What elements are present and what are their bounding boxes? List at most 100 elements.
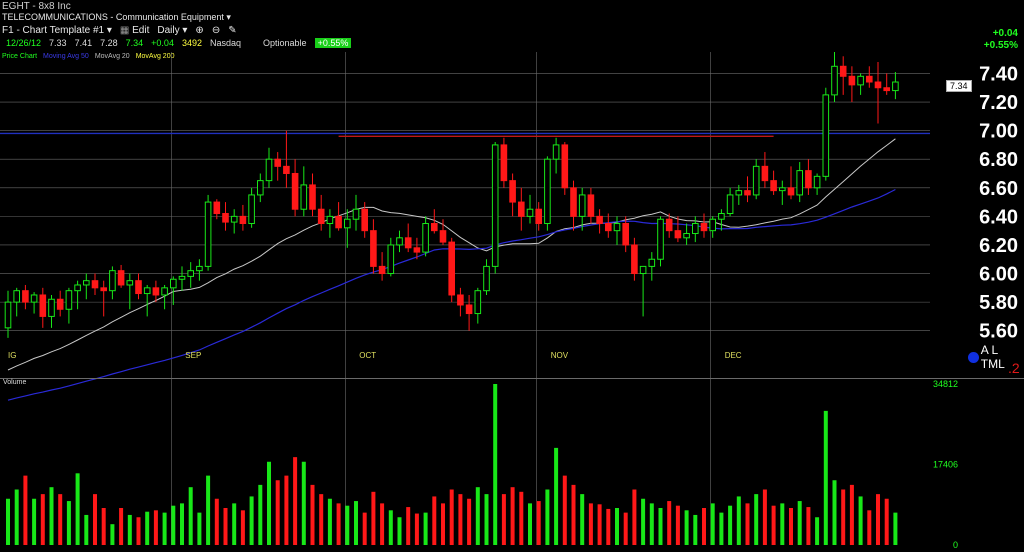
optionable-label: Optionable — [263, 38, 307, 48]
candle-body — [509, 180, 516, 203]
sector-label: TELECOMMUNICATIONS - Communication Equip… — [2, 12, 224, 22]
volume-bar — [519, 491, 524, 545]
candle-body — [596, 215, 603, 225]
price-tick-label: 7.20 — [979, 92, 1018, 114]
candle-body — [613, 223, 621, 232]
candle-body — [622, 223, 630, 246]
candle-body — [805, 170, 812, 189]
volume-bar — [180, 503, 184, 545]
volume-bar — [101, 508, 106, 545]
ai-icon[interactable] — [968, 351, 979, 363]
volume-tick-label: 0 — [953, 540, 958, 550]
candle-body — [700, 223, 708, 232]
month-label: NOV — [551, 351, 569, 360]
volume-bar — [354, 501, 358, 545]
volume-bar — [206, 475, 211, 545]
volume-bar — [319, 494, 324, 545]
volume-bar — [449, 489, 454, 545]
volume-bar — [310, 484, 315, 545]
candle-body — [387, 244, 395, 275]
candle-body — [552, 144, 560, 160]
candle-body — [335, 215, 342, 229]
quote-volume: 3492 — [181, 38, 202, 48]
candle-body — [30, 294, 38, 303]
candle-body — [648, 258, 656, 267]
last-price-tag: 7.34 — [946, 80, 972, 92]
candle-body — [500, 144, 508, 182]
legend-price: Price Chart — [2, 53, 38, 60]
zoom-out-icon[interactable]: ⊖ — [212, 25, 220, 36]
price-volume-chart[interactable]: 5.60 5.80 6.00 6.20 6.40 6.60 6.80 7.00 7.20 7.40… — [0, 0, 1024, 552]
candle-body — [300, 184, 308, 210]
interval-label: Daily — [157, 25, 180, 36]
volume-bar — [562, 475, 567, 545]
candle-body — [74, 284, 81, 292]
volume-bar — [414, 513, 419, 545]
candle-body — [378, 265, 386, 275]
candle-body — [822, 94, 830, 177]
price-tick-label: 6.20 — [979, 235, 1018, 257]
volume-bar — [6, 498, 10, 545]
volume-bar — [214, 498, 219, 545]
candle-body — [370, 230, 377, 267]
volume-bar — [789, 508, 793, 545]
candle-body — [326, 215, 334, 225]
volume-bar — [32, 498, 37, 545]
candle-body — [892, 81, 899, 92]
candle-body — [665, 218, 673, 232]
pct-right: +0.55% — [983, 40, 1018, 51]
volume-bar — [345, 505, 350, 545]
volume-bar — [258, 484, 263, 545]
candle-body — [396, 237, 403, 246]
change-right: +0.04 — [992, 28, 1018, 39]
pencil-icon[interactable]: ✎ — [228, 25, 236, 36]
volume-bar — [693, 514, 698, 545]
volume-bar — [162, 512, 167, 545]
volume-tick-label: 17406 — [933, 460, 958, 470]
volume-bar — [388, 510, 393, 545]
volume-bar — [510, 487, 515, 545]
candle-body — [352, 208, 360, 220]
volume-bar — [702, 508, 706, 545]
volume-bar — [66, 501, 71, 545]
candle-body — [813, 175, 821, 189]
legend-ma20: Moving Avg 50 — [43, 53, 89, 60]
volume-bar — [658, 508, 663, 545]
interval-dropdown[interactable]: Daily ▾ — [157, 25, 187, 36]
candle-body — [317, 208, 325, 225]
volume-bar — [93, 494, 97, 545]
volume-bar — [197, 512, 202, 545]
month-label: IG — [8, 351, 16, 360]
volume-bar — [284, 475, 289, 545]
edit-label: Edit — [132, 25, 150, 36]
candle-body — [578, 194, 586, 217]
volume-bar — [127, 514, 132, 545]
candle-body — [4, 301, 12, 329]
grid-icon: ▦ — [119, 25, 130, 36]
quote-low: 7.28 — [100, 38, 118, 48]
volume-bar — [293, 457, 298, 545]
volume-bar — [606, 508, 611, 545]
month-label: DEC — [725, 351, 742, 360]
template-dropdown[interactable]: F1 - Chart Template #1 ▾ — [2, 25, 112, 36]
volume-bar — [832, 480, 837, 545]
quote-date: 12/26/12 — [6, 38, 42, 48]
candle-body — [518, 201, 525, 217]
candle-body — [170, 278, 177, 289]
candle-body — [248, 194, 255, 225]
zoom-in-icon[interactable]: ⊕ — [195, 25, 203, 36]
candle-body — [857, 75, 864, 86]
candle-body — [639, 265, 647, 275]
candle-body — [309, 184, 316, 210]
volume-bar — [554, 447, 559, 545]
candle-body — [91, 280, 99, 289]
candle-body — [683, 233, 690, 239]
candle-body — [718, 213, 725, 220]
sector-dropdown[interactable]: TELECOMMUNICATIONS - Communication Equip… — [2, 12, 231, 23]
candle-body — [204, 201, 212, 267]
volume-bar — [232, 503, 237, 545]
edit-button[interactable]: ▦ Edit — [120, 25, 149, 36]
candle-body — [404, 237, 412, 249]
volume-bar — [240, 510, 245, 545]
month-label: OCT — [359, 351, 376, 360]
